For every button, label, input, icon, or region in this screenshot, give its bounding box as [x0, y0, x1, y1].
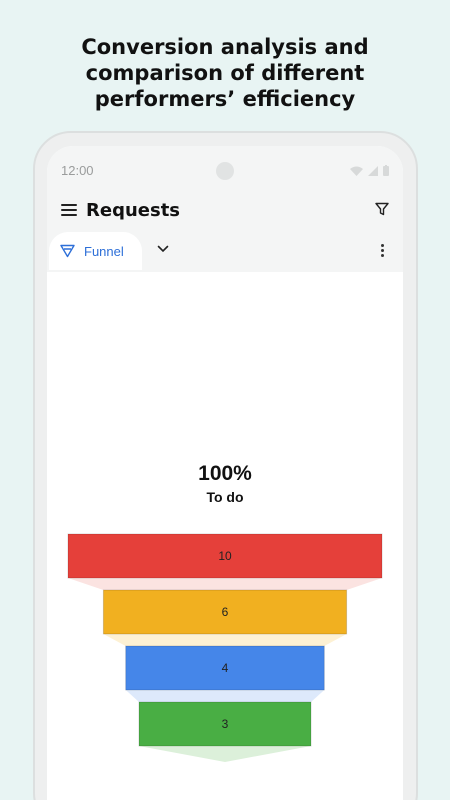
funnel-icon — [60, 244, 75, 258]
filter-icon[interactable] — [375, 202, 389, 216]
battery-icon — [383, 165, 389, 176]
funnel-bar-label-0: 10 — [218, 549, 232, 563]
status-icons — [350, 165, 389, 176]
status-bar: 12:00 — [47, 146, 403, 196]
signal-icon — [368, 165, 378, 176]
view-selector-label: Funnel — [84, 243, 124, 259]
promo-headline: Conversion analysis and comparison of di… — [0, 34, 450, 112]
funnel-bar-label-2: 4 — [222, 661, 229, 675]
camera-hole — [216, 162, 234, 180]
hamburger-menu-icon[interactable] — [61, 204, 77, 218]
funnel-shadow-3 — [139, 746, 311, 762]
funnel-content: 100% To do 10 6 4 3 — [47, 272, 403, 800]
wifi-icon — [350, 166, 363, 176]
page-title: Requests — [86, 200, 181, 221]
status-time: 12:00 — [61, 163, 94, 178]
funnel-shadow-0 — [68, 578, 382, 590]
headline-line-1: Conversion analysis and — [81, 35, 369, 59]
app-bar: Requests Funnel — [47, 196, 403, 272]
funnel-bar-label-3: 3 — [222, 717, 229, 731]
funnel-chart: 10 6 4 3 — [67, 533, 383, 762]
funnel-bar-label-1: 6 — [222, 605, 229, 619]
phone-screen: 12:00 Requests Funnel 100% To do 10 6 4 … — [47, 146, 403, 800]
funnel-shadow-2 — [125, 690, 325, 702]
headline-line-3: performers’ efficiency — [94, 87, 356, 111]
chevron-down-icon[interactable] — [157, 245, 169, 253]
view-selector-funnel[interactable]: Funnel — [49, 232, 142, 270]
more-options-icon[interactable] — [381, 244, 385, 259]
headline-line-2: comparison of different — [85, 61, 365, 85]
funnel-shadow-1 — [103, 634, 347, 646]
